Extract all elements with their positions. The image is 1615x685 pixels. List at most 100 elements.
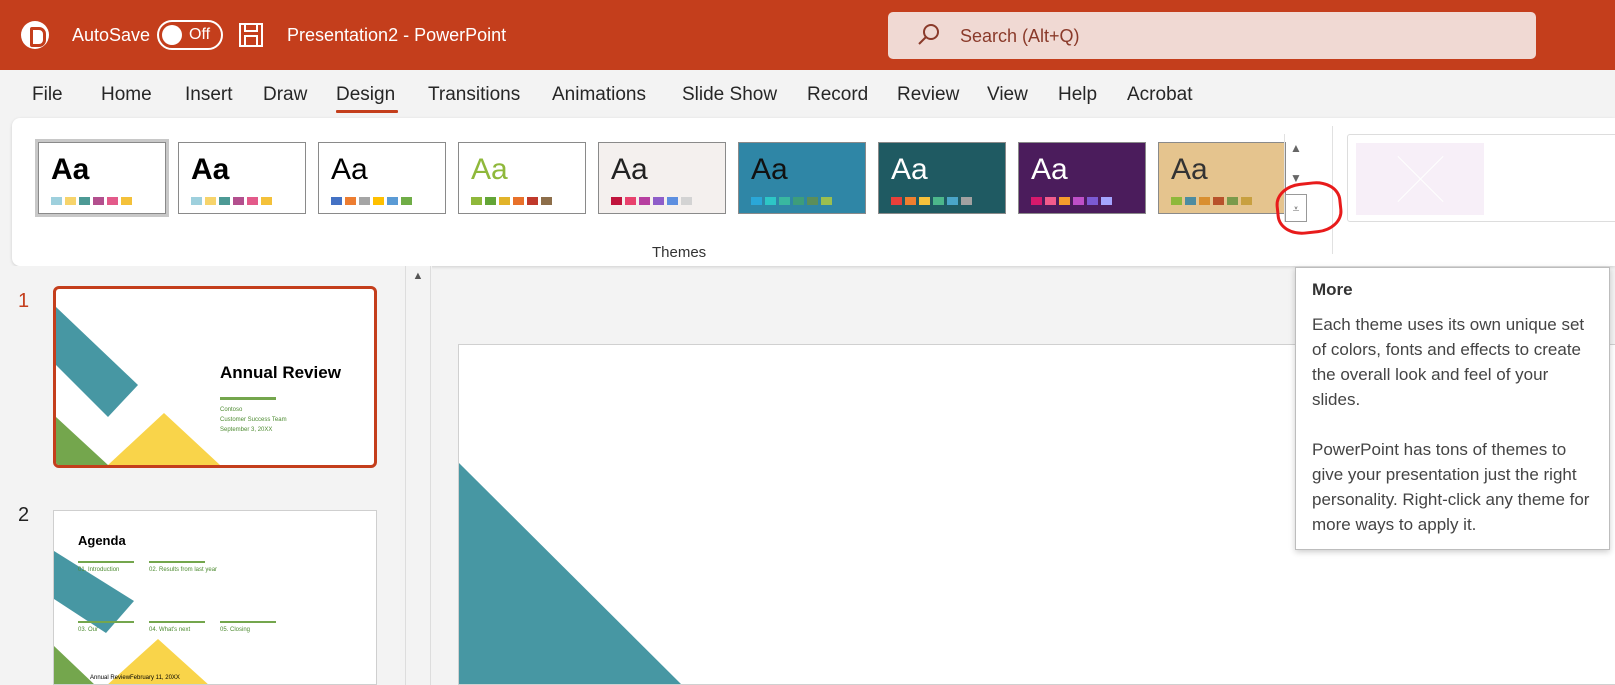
color-swatch (765, 197, 776, 205)
tab-animations[interactable]: Animations (552, 84, 646, 106)
theme-option-1[interactable]: Aa (35, 139, 169, 217)
active-tab-indicator (336, 110, 398, 113)
color-swatch (93, 197, 104, 205)
theme-sample-text: Aa (751, 153, 788, 186)
color-swatch (821, 197, 832, 205)
color-swatch (1171, 197, 1182, 205)
slide-thumbnails-pane: 1 Annual Review Contoso Customer Success… (0, 266, 432, 685)
color-swatch (947, 197, 958, 205)
tab-design[interactable]: Design (336, 84, 395, 106)
autosave-label: AutoSave (72, 25, 151, 45)
tooltip-paragraph-1: Each theme uses its own unique set of co… (1312, 315, 1585, 409)
color-swatch (751, 197, 762, 205)
tab-view[interactable]: View (987, 84, 1028, 106)
color-swatch (1087, 197, 1098, 205)
agenda-item-1: 01. Introduction (78, 567, 120, 573)
theme-option-3[interactable]: Aa (318, 142, 446, 214)
slide-thumbnail-1[interactable]: Annual Review Contoso Customer Success T… (53, 286, 377, 468)
agenda-rule (149, 621, 205, 623)
tab-draw[interactable]: Draw (263, 84, 307, 106)
slide-2-title: Agenda (78, 533, 126, 548)
tab-help[interactable]: Help (1058, 84, 1097, 106)
color-swatch (51, 197, 62, 205)
color-swatch (1073, 197, 1084, 205)
theme-option-5[interactable]: Aa (598, 142, 726, 214)
document-title: Presentation2 - PowerPoint (287, 25, 507, 45)
color-swatch (1185, 197, 1196, 205)
save-icon[interactable] (238, 22, 264, 48)
tab-file[interactable]: File (32, 84, 63, 106)
tab-acrobat[interactable]: Acrobat (1127, 84, 1192, 106)
slide-1-title: Annual Review (220, 363, 341, 382)
tab-slide-show[interactable]: Slide Show (682, 84, 777, 106)
color-swatch (653, 197, 664, 205)
theme-option-8[interactable]: Aa (1018, 142, 1146, 214)
agenda-rule (220, 621, 276, 623)
color-swatch (1213, 197, 1224, 205)
color-swatch (667, 197, 678, 205)
color-swatch (1101, 197, 1112, 205)
color-swatch (625, 197, 636, 205)
tab-transitions[interactable]: Transitions (428, 84, 520, 106)
autosave-toggle[interactable]: Off (157, 20, 223, 50)
slide-1-subtitle-2: Customer Success Team (220, 417, 287, 423)
color-swatch (1031, 197, 1042, 205)
toggle-knob (162, 25, 182, 45)
theme-option-2[interactable]: Aa (178, 142, 306, 214)
tab-review[interactable]: Review (897, 84, 959, 106)
color-swatch (205, 197, 216, 205)
slide-number: 2 (18, 504, 30, 526)
color-swatch (401, 197, 412, 205)
color-swatch (247, 197, 258, 205)
slide-2-footer-right: February 11, 20XX (130, 675, 180, 681)
theme-sample-text: Aa (1031, 153, 1068, 186)
tab-home[interactable]: Home (101, 84, 152, 106)
agenda-item-2: 02. Results from last year (149, 567, 218, 573)
theme-option-4[interactable]: Aa (458, 142, 586, 214)
theme-option-9[interactable]: Aa (1158, 142, 1286, 214)
color-swatch (1059, 197, 1070, 205)
thumbnails-scroll-up-button[interactable]: ▲ (406, 270, 430, 288)
theme-sample-text: Aa (331, 153, 368, 186)
agenda-item-3: 03. Our (78, 627, 99, 633)
slide-1-rule (220, 397, 276, 400)
tooltip-paragraph-2: PowerPoint has tons of themes to give yo… (1312, 440, 1590, 534)
color-swatch (933, 197, 944, 205)
theme-color-swatches (1171, 197, 1252, 205)
title-bar: AutoSave Off Presentation2 - PowerPoint … (0, 0, 1615, 70)
tab-record[interactable]: Record (807, 84, 868, 106)
theme-color-swatches (751, 197, 832, 205)
color-swatch (331, 197, 342, 205)
color-swatch (219, 197, 230, 205)
theme-option-7[interactable]: Aa (878, 142, 1006, 214)
slide-thumbnail-2[interactable]: Agenda 01. Introduction 02. Results from… (53, 510, 377, 685)
theme-sample-text: Aa (51, 153, 90, 186)
color-swatch (359, 197, 370, 205)
theme-option-6[interactable]: Aa (738, 142, 866, 214)
color-swatch (485, 197, 496, 205)
color-swatch (779, 197, 790, 205)
agenda-rule (149, 561, 205, 563)
color-swatch (1045, 197, 1056, 205)
color-swatch (807, 197, 818, 205)
tab-insert[interactable]: Insert (185, 84, 233, 106)
color-swatch (793, 197, 804, 205)
variants-gallery[interactable] (1347, 134, 1615, 222)
search-icon (918, 24, 939, 45)
thumbnails-scrollbar[interactable]: ▲ (405, 266, 431, 685)
theme-sample-text: Aa (611, 153, 648, 186)
search-box[interactable]: Search (Alt+Q) (888, 12, 1536, 59)
color-swatch (499, 197, 510, 205)
color-swatch (373, 197, 384, 205)
color-swatch (961, 197, 972, 205)
agenda-item-5: 05. Closing (220, 627, 251, 633)
color-swatch (527, 197, 538, 205)
design-ribbon: Aa Aa Aa Aa Aa Aa Aa Aa Aa ▲ ▼ ⩡ Themes (12, 118, 1615, 266)
agenda-rule (78, 621, 134, 623)
theme-sample-text: Aa (191, 153, 230, 186)
theme-sample-text: Aa (891, 153, 928, 186)
tooltip-title: More (1312, 280, 1353, 299)
color-swatch (1241, 197, 1252, 205)
themes-gallery: Aa Aa Aa Aa Aa Aa Aa Aa Aa (32, 134, 1316, 226)
gallery-scroll-up-button[interactable]: ▲ (1285, 134, 1307, 162)
